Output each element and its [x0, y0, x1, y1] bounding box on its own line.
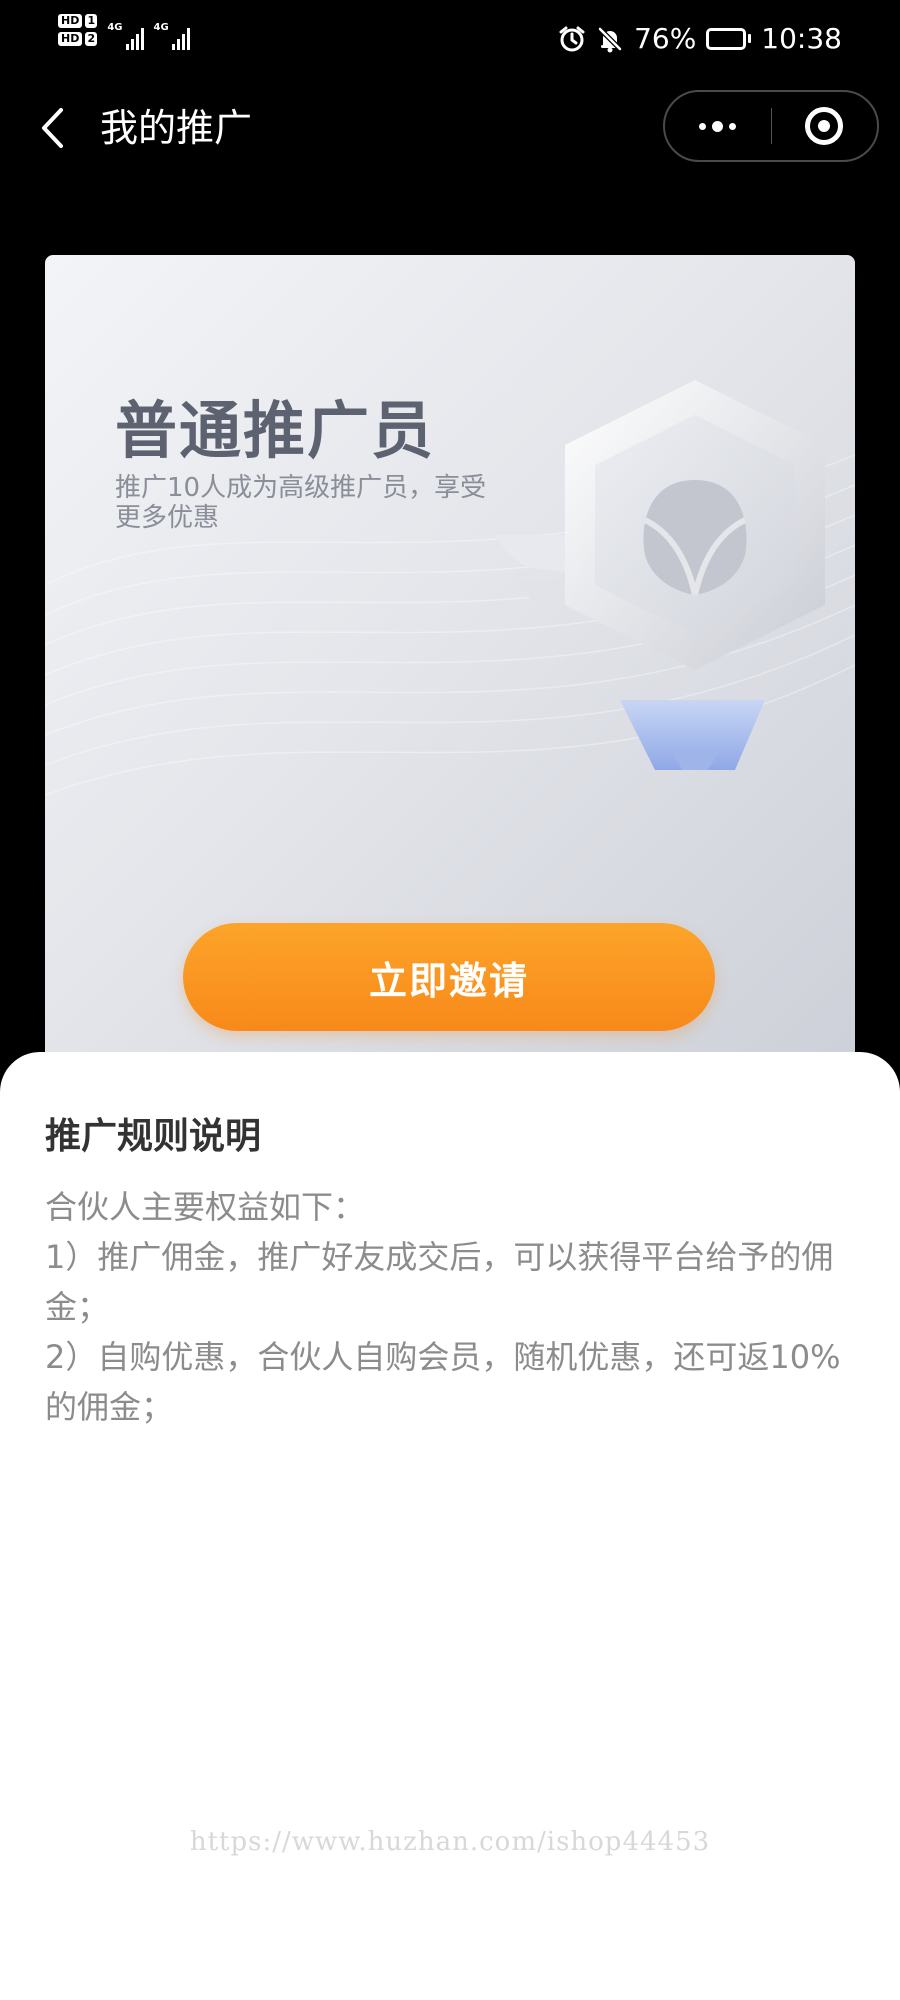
watermark: https://www.huzhan.com/ishop44453 [189, 1827, 711, 1857]
alarm-icon [559, 26, 585, 51]
clock: 10:38 [761, 22, 842, 55]
network-label: 4G [153, 22, 169, 33]
hd-badge: HD [58, 14, 83, 28]
sim-number: 2 [85, 32, 98, 46]
target-icon [805, 107, 844, 145]
close-mini-program-button[interactable] [772, 92, 878, 160]
network-label: 4G [107, 22, 123, 33]
promoter-card: 普通推广员 推广10人成为高级推广员，享受更多优惠 立即邀请 [45, 255, 855, 1075]
page: HD 1 HD 2 4G 4G 76% 10:38 我的推广 普通推广员 推广1… [0, 0, 900, 2000]
promoter-level-title: 普通推广员 [115, 394, 436, 467]
invite-now-button[interactable]: 立即邀请 [183, 923, 715, 1031]
mini-program-capsule [663, 90, 879, 162]
rules-body: 合伙人主要权益如下： 1）推广佣金，推广好友成交后，可以获得平台给予的佣金； 2… [45, 1182, 860, 1432]
hd-badge: HD [58, 32, 83, 46]
more-button[interactable] [665, 92, 771, 160]
promoter-level-subtitle: 推广10人成为高级推广员，享受更多优惠 [115, 473, 487, 533]
battery-icon [706, 27, 752, 50]
nav-bar: 我的推广 [0, 88, 900, 168]
status-right: 76% 10:38 [558, 22, 842, 55]
signal-icon: 4G [107, 14, 144, 50]
page-title: 我的推广 [100, 106, 253, 150]
status-bar: HD 1 HD 2 4G 4G 76% 10:38 [0, 0, 900, 80]
status-left: HD 1 HD 2 4G 4G [58, 14, 190, 50]
signal-icon: 4G [154, 14, 190, 50]
mute-bell-icon [598, 26, 622, 52]
sim-number: 1 [85, 14, 98, 28]
medal-icon [495, 380, 825, 770]
sim-indicators: HD 1 HD 2 [58, 14, 98, 46]
rules-title: 推广规则说明 [45, 1116, 262, 1157]
rules-intro: 合伙人主要权益如下： [45, 1188, 366, 1226]
rules-panel: 推广规则说明 合伙人主要权益如下： 1）推广佣金，推广好友成交后，可以获得平台给… [0, 1052, 900, 2000]
battery-percent: 76% [634, 22, 697, 55]
rules-item: 2）自购优惠，合伙人自购会员，随机优惠，还可返10%的佣金； [45, 1338, 841, 1426]
more-icon [699, 120, 737, 132]
back-button[interactable] [30, 100, 74, 156]
rules-item: 1）推广佣金，推广好友成交后，可以获得平台给予的佣金； [45, 1238, 834, 1326]
back-icon [42, 108, 63, 148]
